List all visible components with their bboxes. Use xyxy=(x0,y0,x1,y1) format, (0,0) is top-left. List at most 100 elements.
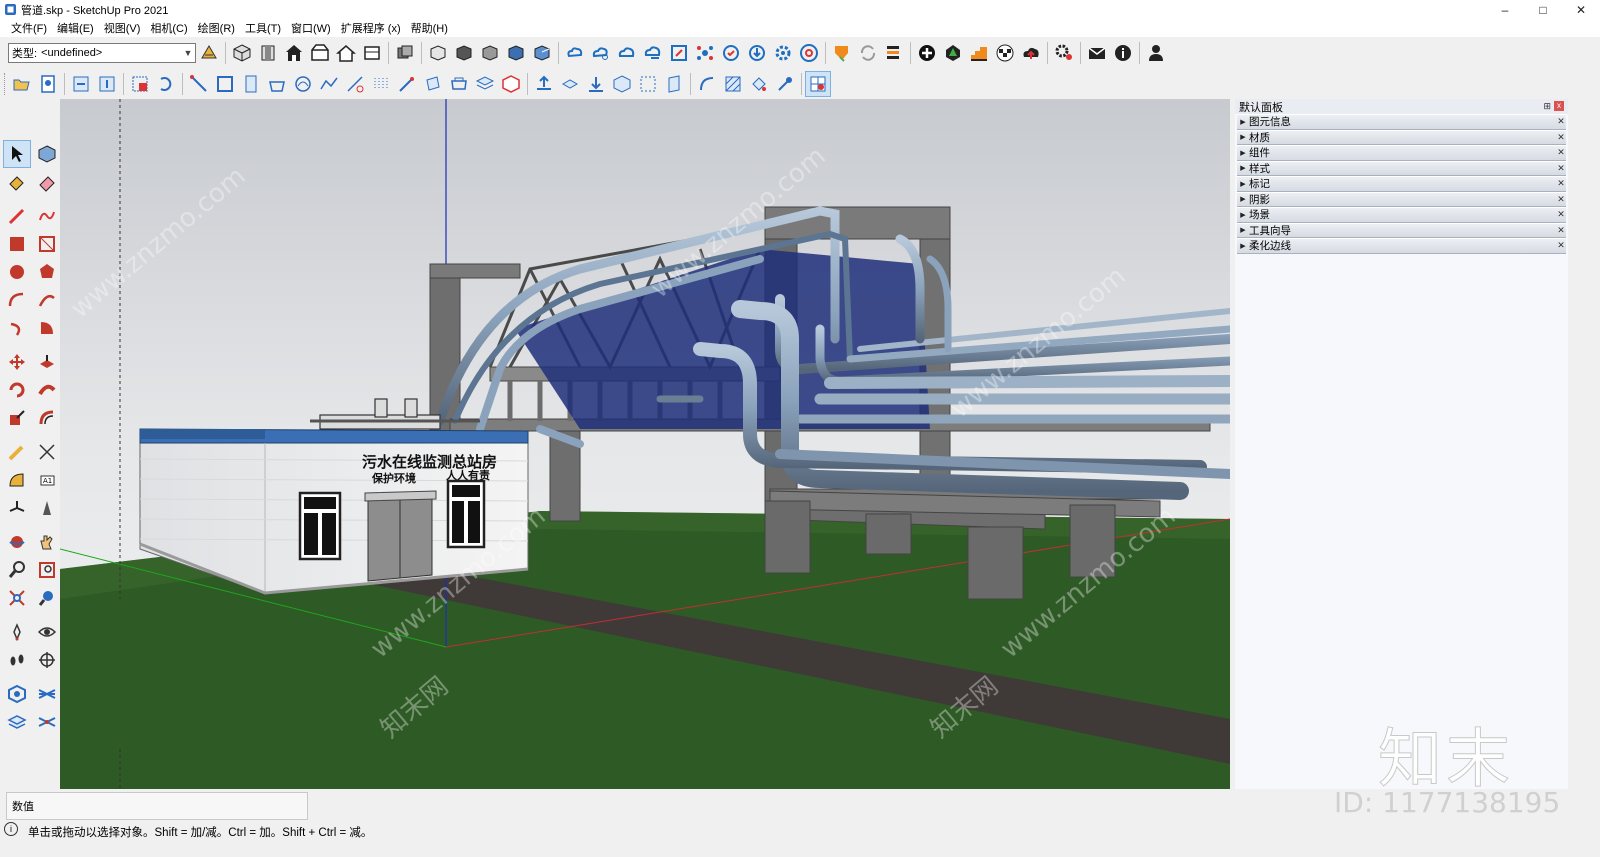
look-around-icon[interactable] xyxy=(33,618,61,646)
hidden-line-style-icon[interactable] xyxy=(477,40,503,66)
add-circle-icon[interactable] xyxy=(914,40,940,66)
menu-file[interactable]: 文件(F) xyxy=(6,20,52,36)
section-plane-icon[interactable] xyxy=(33,646,61,674)
menu-tools[interactable]: 工具(T) xyxy=(240,20,286,36)
tray-item-scenes[interactable]: ▶ 场景 ✕ xyxy=(1237,207,1566,223)
mail-icon[interactable] xyxy=(1084,40,1110,66)
menu-help[interactable]: 帮助(H) xyxy=(406,20,453,36)
extension-warehouse-icon[interactable] xyxy=(829,40,855,66)
grid-toggle-icon[interactable] xyxy=(805,71,831,97)
model-viewport[interactable]: 污水在线监测总站房 保护环境 人人有责 www.znzmo.com www.zn… xyxy=(60,99,1230,789)
curve-icon[interactable] xyxy=(290,71,316,97)
type-selector[interactable]: 类型: <undefined> ▼ xyxy=(8,43,196,63)
axes-tool-icon[interactable] xyxy=(3,494,31,522)
cloud-upload-icon[interactable] xyxy=(614,40,640,66)
components-icon[interactable] xyxy=(392,40,418,66)
pan-hand-icon[interactable] xyxy=(33,528,61,556)
rectangle-tool-icon[interactable] xyxy=(3,230,31,258)
tape-measure-icon[interactable] xyxy=(3,438,31,466)
two-point-arc-icon[interactable] xyxy=(33,286,61,314)
sandbox-scratch-icon[interactable] xyxy=(33,680,61,708)
iso-view-icon[interactable] xyxy=(229,40,255,66)
close-icon[interactable]: ✕ xyxy=(1556,147,1566,158)
zoom-window-icon[interactable] xyxy=(33,556,61,584)
network-icon[interactable] xyxy=(692,40,718,66)
menu-camera[interactable]: 相机(C) xyxy=(145,20,192,36)
front-view-icon[interactable] xyxy=(281,40,307,66)
menu-window[interactable]: 窗口(W) xyxy=(286,20,336,36)
chrome-icon[interactable] xyxy=(796,40,822,66)
smoove-icon[interactable] xyxy=(3,708,31,736)
tray-item-entity-info[interactable]: ▶ 图元信息 ✕ xyxy=(1237,114,1566,130)
basket-icon[interactable] xyxy=(264,71,290,97)
push-pull-icon[interactable] xyxy=(33,348,61,376)
top-view-icon[interactable] xyxy=(255,40,281,66)
right-view-icon[interactable] xyxy=(307,40,333,66)
pie-tool-icon[interactable] xyxy=(33,314,61,342)
previous-view-icon[interactable] xyxy=(33,584,61,612)
flatten-icon[interactable] xyxy=(557,71,583,97)
close-icon[interactable]: ✕ xyxy=(1556,225,1566,236)
3d-text-icon[interactable] xyxy=(33,494,61,522)
tray-item-shadows[interactable]: ▶ 阴影 ✕ xyxy=(1237,191,1566,207)
info-icon[interactable] xyxy=(1110,40,1136,66)
export-icon[interactable] xyxy=(94,71,120,97)
rotate-tool-icon[interactable] xyxy=(3,376,31,404)
rotated-rect-icon[interactable] xyxy=(33,230,61,258)
back-view-icon[interactable] xyxy=(333,40,359,66)
dimension-icon[interactable] xyxy=(33,438,61,466)
dot-grid-icon[interactable] xyxy=(368,71,394,97)
paint-bucket-icon[interactable] xyxy=(3,168,31,196)
gear-cluster-icon[interactable] xyxy=(1051,40,1077,66)
box-icon[interactable] xyxy=(609,71,635,97)
cloud-upload-red-icon[interactable] xyxy=(1018,40,1044,66)
minimize-button[interactable]: – xyxy=(1486,0,1524,19)
import-icon[interactable] xyxy=(68,71,94,97)
arc-tool-icon[interactable] xyxy=(3,286,31,314)
polyline-icon[interactable] xyxy=(316,71,342,97)
drop-icon[interactable] xyxy=(583,71,609,97)
arc-icon[interactable] xyxy=(694,71,720,97)
rect-tool-blue-icon[interactable] xyxy=(212,71,238,97)
user-account-icon[interactable] xyxy=(1143,40,1169,66)
zoom-tool-icon[interactable] xyxy=(3,556,31,584)
layer-export-icon[interactable] xyxy=(881,40,907,66)
tray-item-components[interactable]: ▶ 组件 ✕ xyxy=(1237,145,1566,161)
tray-item-styles[interactable]: ▶ 样式 ✕ xyxy=(1237,160,1566,176)
orbit-tool-icon[interactable] xyxy=(3,528,31,556)
textured-style-icon[interactable] xyxy=(529,40,555,66)
cloud-sync-icon[interactable] xyxy=(562,40,588,66)
close-icon[interactable]: ✕ xyxy=(1556,132,1566,143)
follow-me-icon[interactable] xyxy=(33,376,61,404)
tree-icon[interactable] xyxy=(940,40,966,66)
maximize-button[interactable]: □ xyxy=(1524,0,1562,19)
menu-view[interactable]: 视图(V) xyxy=(99,20,146,36)
door-icon[interactable] xyxy=(238,71,264,97)
pencil-line-icon[interactable] xyxy=(3,202,31,230)
tray-item-instructor[interactable]: ▶ 工具向导 ✕ xyxy=(1237,222,1566,238)
tray-item-materials[interactable]: ▶ 材质 ✕ xyxy=(1237,129,1566,145)
grid-select-icon[interactable] xyxy=(127,71,153,97)
text-tool-icon[interactable]: A1 xyxy=(33,466,61,494)
download-icon[interactable] xyxy=(744,40,770,66)
knife-icon[interactable] xyxy=(394,71,420,97)
xray-style-icon[interactable] xyxy=(425,40,451,66)
circle-tool-icon[interactable] xyxy=(3,258,31,286)
push-up-icon[interactable] xyxy=(531,71,557,97)
freehand-icon[interactable] xyxy=(33,202,61,230)
cloud-search-icon[interactable] xyxy=(588,40,614,66)
zoom-extents-icon[interactable] xyxy=(3,584,31,612)
close-icon[interactable]: ✕ xyxy=(1556,163,1566,174)
rotate-copy-icon[interactable] xyxy=(153,71,179,97)
select-tool-icon[interactable] xyxy=(3,140,31,168)
panel-icon[interactable] xyxy=(661,71,687,97)
menu-edit[interactable]: 编辑(E) xyxy=(52,20,99,36)
sandbox-contours-icon[interactable] xyxy=(3,680,31,708)
settings-gear-icon[interactable] xyxy=(770,40,796,66)
protractor-icon[interactable] xyxy=(3,466,31,494)
tray-close-icon[interactable]: x xyxy=(1554,101,1564,111)
close-icon[interactable]: ✕ xyxy=(1556,209,1566,220)
tray-item-tags[interactable]: ▶ 标记 ✕ xyxy=(1237,176,1566,192)
polygon-tool-icon[interactable] xyxy=(33,258,61,286)
cloud-share-icon[interactable] xyxy=(640,40,666,66)
